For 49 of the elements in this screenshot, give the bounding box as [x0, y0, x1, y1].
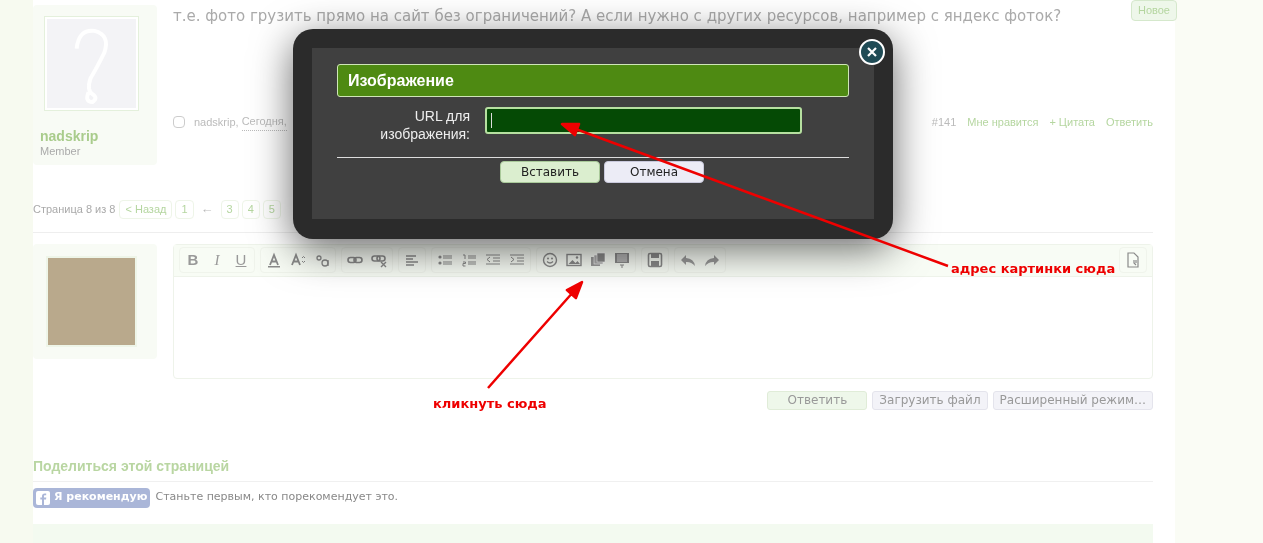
annotation-text: адрес картинки сюда: [951, 260, 1116, 278]
page-indicator: Страница 8 из 8: [33, 201, 116, 217]
smiley-icon[interactable]: [542, 252, 558, 269]
post-action-link[interactable]: Мне нравится: [967, 113, 1039, 131]
new-badge: Новое: [1130, 0, 1177, 21]
post-number: #141: [931, 114, 957, 130]
font-family-icon[interactable]: [314, 252, 330, 269]
editor-action-button[interactable]: Ответить: [767, 390, 868, 410]
post-action-link[interactable]: Ответить: [1105, 113, 1153, 131]
share-heading: Поделиться этой страницей: [33, 456, 231, 475]
facebook-like-button[interactable]: Я рекомендую: [33, 487, 151, 508]
post-action-link[interactable]: + Цитата: [1049, 113, 1095, 131]
dialog-button[interactable]: Вставить: [500, 161, 600, 183]
media-icon[interactable]: [590, 252, 606, 269]
template-icon[interactable]: [614, 252, 630, 269]
page-link[interactable]: 5: [262, 199, 281, 219]
close-icon: [867, 47, 877, 57]
dialog-button[interactable]: Отмена: [604, 161, 704, 183]
author-name[interactable]: nadskrip: [40, 128, 157, 144]
page-link[interactable]: 3: [220, 199, 239, 219]
page-gap-arrow: ←: [200, 200, 214, 219]
page-link[interactable]: < Назад: [119, 199, 173, 219]
font-color-icon[interactable]: [266, 252, 282, 269]
editor-action-button[interactable]: Загрузить файл: [872, 390, 988, 410]
italic-button[interactable]: I: [206, 248, 228, 272]
page-link[interactable]: 1: [175, 199, 194, 219]
annotation-text: кликнуть сюда: [433, 395, 547, 413]
text-cursor: [491, 113, 492, 128]
save-icon[interactable]: [647, 252, 663, 269]
underline-button[interactable]: U: [230, 248, 252, 272]
image-icon[interactable]: [566, 252, 582, 269]
numbered-list-icon[interactable]: [461, 252, 477, 269]
align-left-icon[interactable]: [404, 252, 420, 269]
source-icon[interactable]: [1125, 252, 1141, 269]
unlink-icon[interactable]: [371, 252, 387, 269]
select-checkbox[interactable]: [173, 116, 185, 128]
close-button[interactable]: [859, 39, 885, 65]
post-date-link[interactable]: Сегодня,: [241, 113, 287, 131]
dialog-title: Изображение: [337, 64, 849, 97]
facebook-icon: [36, 490, 50, 505]
url-label: URL для изображения:: [379, 107, 471, 143]
page-link[interactable]: 4: [241, 199, 260, 219]
like-note: Станьте первым, кто порекомендует это.: [155, 489, 399, 506]
author-role: Member: [40, 144, 82, 158]
editor-action-button[interactable]: Расширенный режим…: [992, 390, 1153, 410]
url-input[interactable]: [485, 107, 802, 134]
post-author-meta: nadskrip,: [194, 114, 239, 130]
bold-button[interactable]: B: [182, 248, 204, 272]
redo-icon[interactable]: [704, 252, 720, 269]
